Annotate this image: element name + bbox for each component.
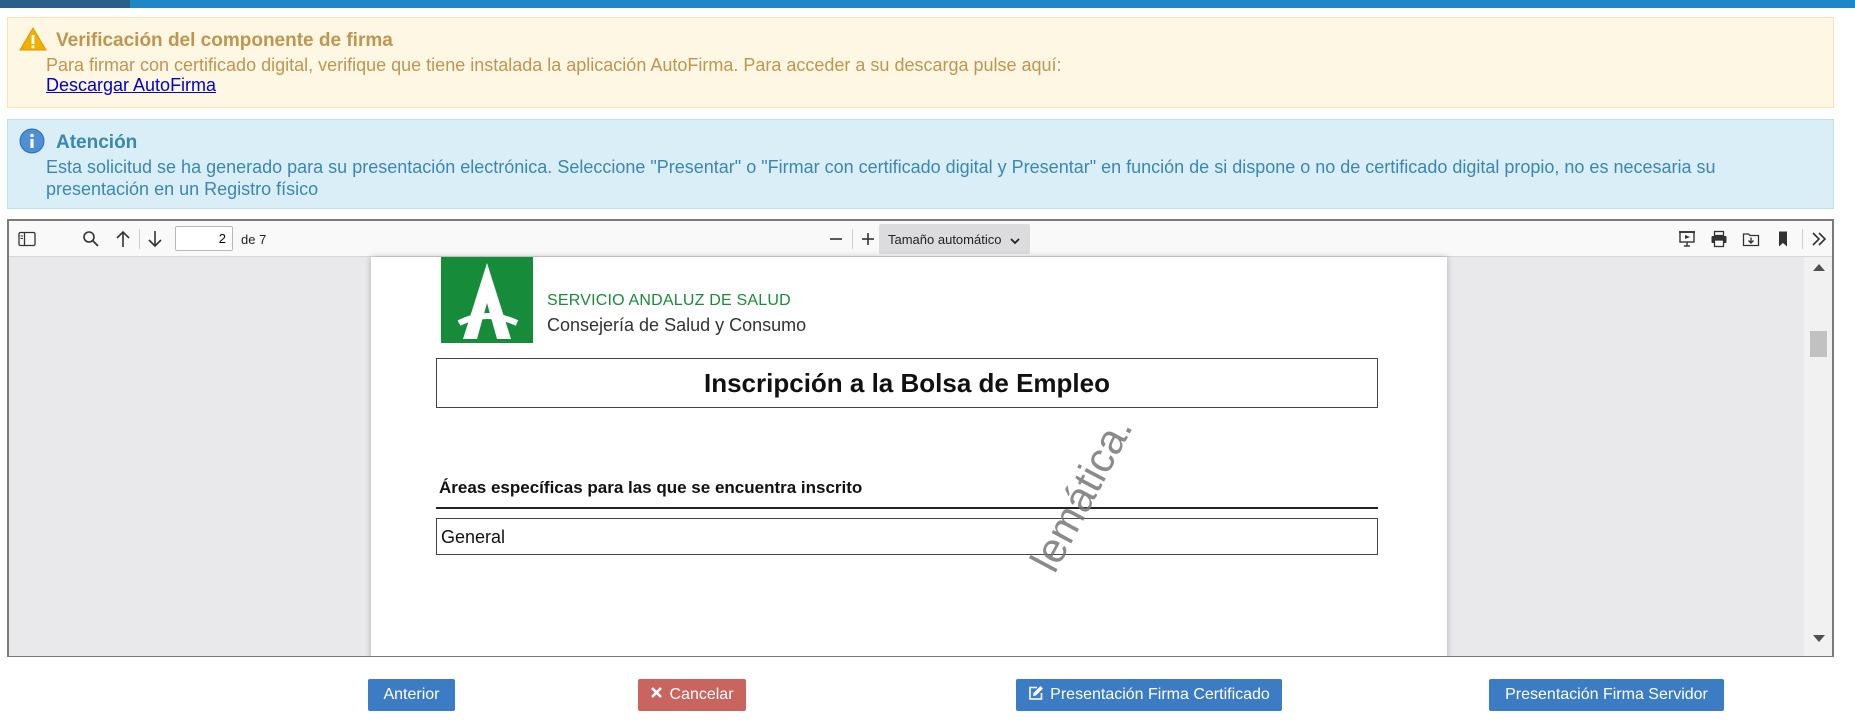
cancel-button-label: Cancelar: [669, 686, 734, 703]
zoom-select-value: Tamaño automático: [888, 232, 1002, 247]
certificate-signature-button-label: Presentación Firma Certificado: [1050, 686, 1270, 703]
pdf-toolbar: de 7 Tamaño automático: [9, 221, 1832, 257]
toolbar-separator: [139, 229, 140, 249]
pdf-page: SERVICIO ANDALUZ DE SALUD Consejería de …: [371, 257, 1447, 656]
previous-button-label: Anterior: [383, 686, 440, 703]
arrow-up-icon[interactable]: [111, 227, 135, 251]
server-signature-button[interactable]: Presentación Firma Servidor: [1489, 679, 1724, 711]
pdf-viewer: de 7 Tamaño automático: [7, 219, 1834, 657]
cancel-button[interactable]: Cancelar: [638, 679, 746, 711]
close-icon: [650, 686, 663, 704]
section-divider: [436, 507, 1378, 509]
zoom-in-icon[interactable]: [856, 227, 880, 251]
section-label: Áreas específicas para las que se encuen…: [439, 478, 863, 497]
zoom-out-icon[interactable]: [824, 227, 848, 251]
area-field-value: General: [436, 518, 1378, 555]
top-bar: [0, 0, 1855, 8]
edit-icon: [1028, 685, 1044, 706]
toolbar-separator: [852, 229, 853, 249]
page-count-label: de 7: [241, 232, 267, 247]
arrow-down-icon[interactable]: [143, 227, 167, 251]
info-icon: [19, 128, 47, 156]
junta-andalucia-logo: [441, 257, 533, 343]
document-title: Inscripción a la Bolsa de Empleo: [436, 358, 1378, 408]
download-autofirma-link[interactable]: Descargar AutoFirma: [46, 75, 216, 96]
server-signature-button-label: Presentación Firma Servidor: [1505, 686, 1708, 703]
scroll-down-arrow-icon[interactable]: [1813, 635, 1825, 642]
info-text: Esta solicitud se ha generado para su pr…: [46, 157, 1716, 199]
vertical-scrollbar[interactable]: [1804, 257, 1832, 656]
info-title: Atención: [56, 132, 138, 153]
org-name-line1: SERVICIO ANDALUZ DE SALUD: [547, 292, 791, 309]
search-icon[interactable]: [79, 227, 103, 251]
bookmark-icon[interactable]: [1771, 227, 1795, 251]
save-icon[interactable]: [1739, 227, 1763, 251]
warning-title: Verificación del componente de firma: [56, 30, 393, 51]
attention-info-alert: Atención Esta solicitud se ha generado p…: [7, 119, 1834, 209]
scroll-thumb[interactable]: [1810, 331, 1827, 357]
double-chevron-icon[interactable]: [1807, 227, 1831, 251]
toolbar-separator: [1802, 229, 1803, 249]
certificate-signature-button[interactable]: Presentación Firma Certificado: [1016, 679, 1282, 711]
signature-warning-alert: Verificación del componente de firma Par…: [7, 17, 1834, 108]
scroll-up-arrow-icon[interactable]: [1813, 264, 1825, 271]
top-bar-accent: [0, 0, 130, 8]
previous-button[interactable]: Anterior: [368, 679, 455, 711]
print-icon[interactable]: [1707, 227, 1731, 251]
sidebar-toggle-icon[interactable]: [15, 227, 39, 251]
warning-text: Para firmar con certificado digital, ver…: [46, 55, 1062, 75]
org-name-line2: Consejería de Salud y Consumo: [547, 315, 807, 335]
pdf-content-area[interactable]: SERVICIO ANDALUZ DE SALUD Consejería de …: [9, 257, 1832, 656]
chevron-down-icon: [1010, 233, 1020, 248]
presentation-icon[interactable]: [1675, 227, 1699, 251]
warning-icon: [19, 26, 47, 54]
page-number-input[interactable]: [175, 226, 233, 251]
zoom-select[interactable]: Tamaño automático: [879, 224, 1030, 254]
